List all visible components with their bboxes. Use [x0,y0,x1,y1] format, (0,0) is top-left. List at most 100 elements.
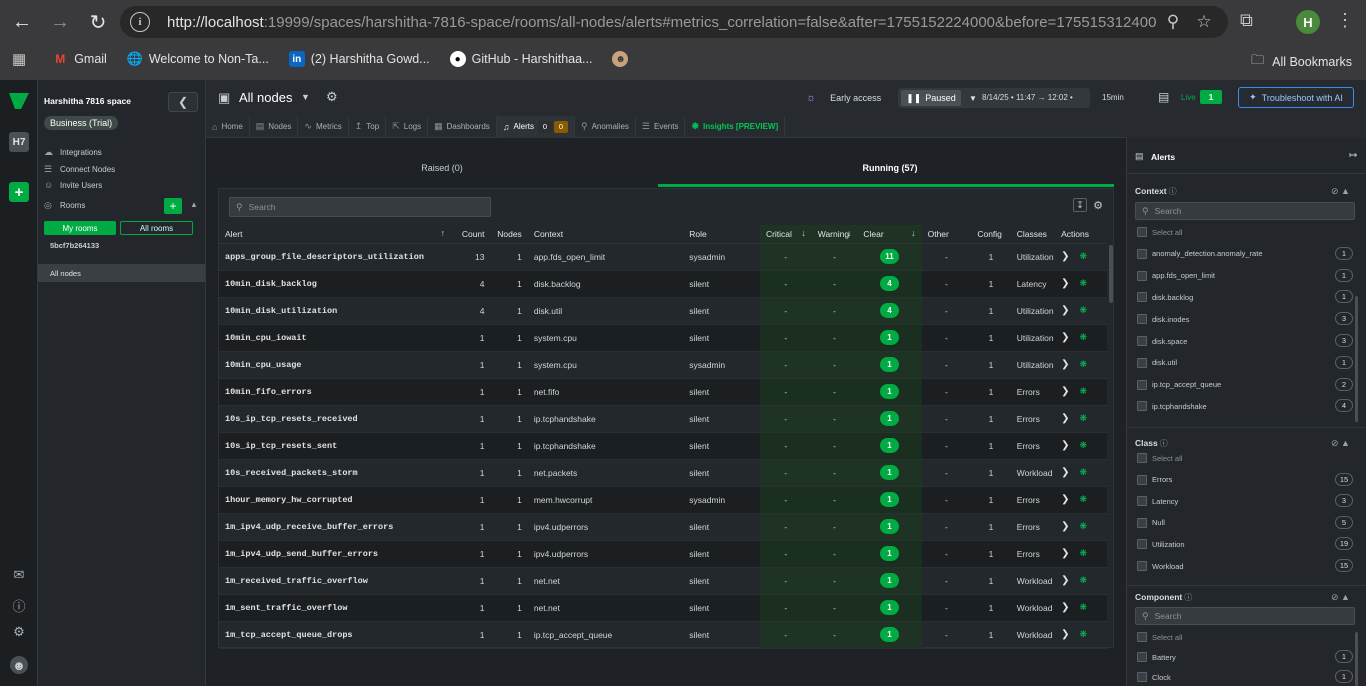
ai-insight-icon[interactable]: ❋ [1080,413,1088,424]
table-row[interactable]: 1m_sent_traffic_overflow 1 1 net.net silent -… [219,594,1107,622]
all-rooms-button[interactable]: All rooms [120,221,193,235]
tab-raised[interactable]: Raised (0) [218,138,666,173]
help-icon[interactable]: ⓘ [1160,439,1168,448]
column-header-clear[interactable]: Clear ↓ [857,225,922,244]
tab-nodes[interactable]: ▤ Nodes [250,115,299,138]
profile-avatar[interactable]: H [1296,10,1320,34]
bookmark-gmail[interactable]: M Gmail [52,51,107,67]
live-count-badge[interactable]: 1 [1200,90,1222,104]
table-row[interactable]: 10s_received_packets_storm 1 1 net.packets s… [219,459,1107,487]
sort-down-icon[interactable]: ↓ [911,228,916,238]
ai-insight-icon[interactable]: ❋ [1080,629,1088,640]
sidebar-item-all-nodes[interactable]: All nodes [38,264,205,282]
filter-option[interactable]: ip.tcp_accept_queue 2 [1137,377,1353,392]
sort-down-icon[interactable]: ↓ [801,228,806,238]
filter-tools[interactable]: ⊘ ▲ [1331,186,1350,197]
ai-insight-icon[interactable]: ❋ [1080,305,1088,316]
ai-insight-icon[interactable]: ❋ [1080,494,1088,505]
tab-anomalies[interactable]: ⚲ Anomalies [575,115,636,138]
component-filter-title[interactable]: Component ⓘ [1135,592,1192,603]
bookmark-star-icon[interactable]: ☆ [1193,11,1215,33]
ai-insight-icon[interactable]: ❋ [1080,332,1088,343]
apps-icon[interactable]: ▦ [12,50,26,68]
table-row[interactable]: 10s_ip_tcp_resets_sent 1 1 ip.tcphandshake s… [219,432,1107,460]
sort-up-icon[interactable]: ↑ [441,228,446,238]
sidebar-item-invite-users[interactable]: ☺ Invite Users [44,180,102,190]
column-header-actions[interactable]: Actions [1055,225,1107,244]
room-settings-icon[interactable]: ⚙ [326,89,338,105]
checkbox[interactable] [1137,652,1147,662]
table-row[interactable]: 1m_tcp_accept_queue_drops 1 1 ip.tcp_accept… [219,621,1107,649]
help-icon[interactable]: ⓘ [1169,187,1177,196]
table-row[interactable]: 10min_fifo_errors 1 1 net.fifo silent - -1-1 Er… [219,378,1107,406]
tab-dashboards[interactable]: ▦ Dashboards [428,115,497,138]
component-scrollbar[interactable] [1355,632,1358,686]
ai-insight-icon[interactable]: ❋ [1080,602,1088,613]
context-filter-title[interactable]: Context ⓘ [1135,186,1177,197]
chevron-right-icon[interactable]: ❯ [1061,521,1069,532]
bookmark-linkedin[interactable]: in (2) Harshitha Gowd... [288,51,430,67]
filter-option[interactable]: Workload 15 [1137,559,1353,573]
filter-tools[interactable]: ⊘ ▲ [1331,438,1350,449]
chevron-right-icon[interactable]: ❯ [1061,440,1069,451]
duration[interactable]: 15min [1102,93,1124,102]
select-all-checkbox[interactable]: Select all [1137,225,1353,239]
checkbox[interactable] [1137,314,1147,325]
column-header-other[interactable]: Other [921,225,972,244]
column-header-context[interactable]: Context [527,225,684,244]
ai-insight-icon[interactable]: ❋ [1080,359,1088,370]
tab-logs[interactable]: ⇱ Logs [386,115,429,138]
sidebar-item-integrations[interactable]: ☁ Integrations [44,147,102,158]
room-id[interactable]: 5bcf7b264133 [50,241,99,250]
select-all-checkbox[interactable]: Select all [1137,451,1353,465]
filter-option[interactable]: Clock 1 [1137,670,1353,684]
chevron-right-icon[interactable]: ❯ [1061,332,1069,343]
help-icon[interactable]: ⓘ [10,596,28,614]
extensions-icon[interactable]: ⧉ [1240,10,1253,31]
chevron-right-icon[interactable]: ❯ [1061,629,1069,640]
context-search-input[interactable]: ⚲ Search [1135,202,1355,220]
ai-insight-icon[interactable]: ❋ [1080,548,1088,559]
browser-menu-icon[interactable]: ⋮ [1336,10,1354,31]
ai-insight-icon[interactable]: ❋ [1080,278,1088,289]
filter-option[interactable]: app.fds_open_limit 1 [1137,268,1353,283]
table-row[interactable]: 1m_ipv4_udp_receive_buffer_errors 1 1 ipv4.… [219,513,1107,541]
collapse-sidebar-button[interactable]: ❮ [168,92,198,112]
column-header-count[interactable]: Count [451,225,491,244]
user-avatar-icon[interactable]: ☻ [10,656,28,674]
table-row[interactable]: 1m_ipv4_udp_send_buffer_errors 1 1 ipv4.udp… [219,540,1107,568]
tab-top[interactable]: ↥ Top [349,115,387,138]
ai-insight-icon[interactable]: ❋ [1080,251,1088,262]
filter-option[interactable]: disk.util 1 [1137,355,1353,370]
ai-insight-icon[interactable]: ❋ [1080,521,1088,532]
ai-insight-icon[interactable]: ❋ [1080,575,1088,586]
column-header-config[interactable]: Config [971,225,1011,244]
table-row[interactable]: 10min_cpu_usage 1 1 system.cpu sysadmin - -1-1… [219,351,1107,379]
checkbox[interactable] [1137,227,1147,237]
chevron-right-icon[interactable]: ❯ [1061,548,1069,559]
sidebar-item-rooms[interactable]: ◎ Rooms [44,200,85,211]
alerts-search-input[interactable]: ⚲ Search [229,197,491,217]
filter-option[interactable]: Battery 1 [1137,650,1353,664]
notifications-icon[interactable]: ✉ [10,566,28,584]
room-title[interactable]: All nodes [239,90,292,105]
chevron-right-icon[interactable]: ❯ [1061,305,1069,316]
forward-icon[interactable]: → [44,6,76,38]
url-text[interactable]: http://localhost:19999/spaces/harshitha-… [167,14,1157,31]
checkbox[interactable] [1137,292,1147,303]
filter-option[interactable]: disk.backlog 1 [1137,290,1353,304]
filter-option[interactable]: Latency 3 [1137,494,1353,508]
column-header-critical[interactable]: Critical ↓ [759,225,812,244]
table-row[interactable]: apps_group_file_descriptors_utilization 1… [219,243,1107,271]
table-row[interactable]: 1m_received_traffic_overflow 1 1 net.net sil… [219,567,1107,595]
sidebar-item-connect-nodes[interactable]: ☰ Connect Nodes [44,164,115,175]
table-settings-icon[interactable]: ⚙ [1091,198,1105,212]
bookmark-welcome[interactable]: 🌐 Welcome to Non-Ta... [127,51,269,67]
table-row[interactable]: 10min_cpu_iowait 1 1 system.cpu silent - -1-1 U… [219,324,1107,352]
checkbox[interactable] [1137,496,1147,507]
zoom-icon[interactable]: ⚲ [1162,11,1184,33]
tab-running[interactable]: Running (57) [666,138,1114,173]
checkbox[interactable] [1137,401,1147,412]
add-space-button[interactable]: + [9,182,29,202]
tab-events[interactable]: ☰ Events [636,115,686,138]
